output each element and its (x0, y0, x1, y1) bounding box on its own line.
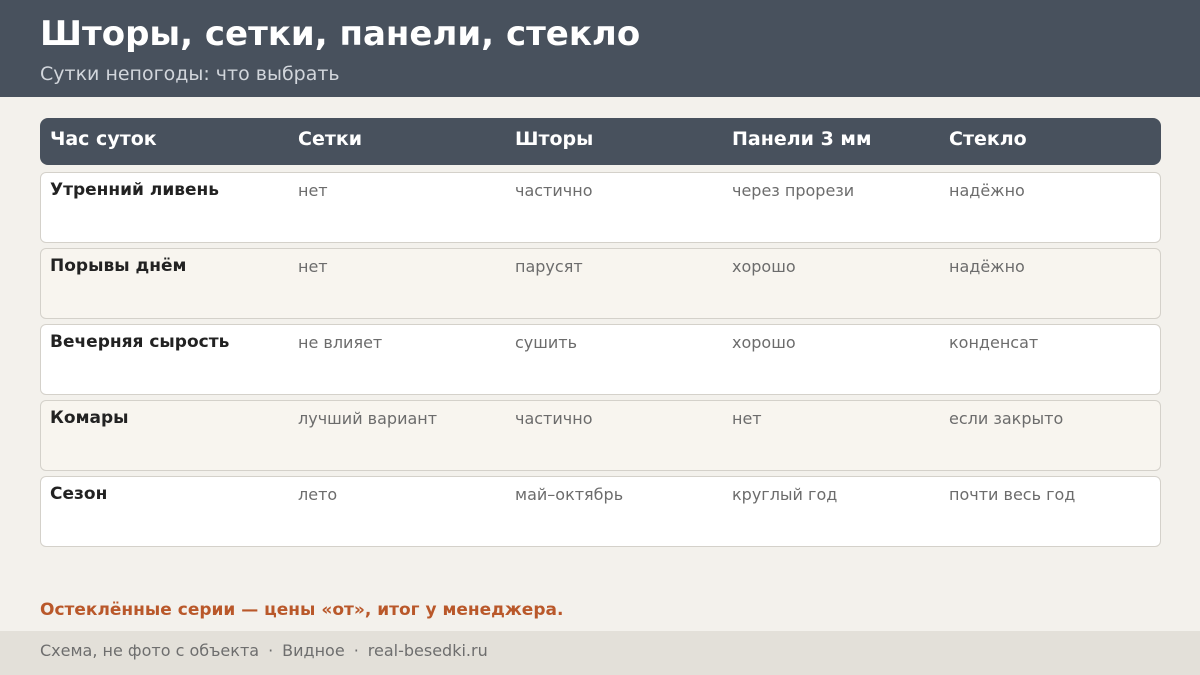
table-cell: через прорези (732, 181, 855, 200)
table-cell: если закрыто (949, 409, 1064, 428)
table-cell: хорошо (732, 257, 796, 276)
table-cell: нет (298, 257, 328, 276)
table-cell: хорошо (732, 333, 796, 352)
table-cell: надёжно (949, 181, 1025, 200)
table-cell: май–октябрь (515, 485, 624, 504)
column-header-curtains: Шторы (515, 128, 594, 150)
column-header-panels: Панели 3 мм (732, 128, 872, 150)
table-cell: частично (515, 409, 593, 428)
table-cell: не влияет (298, 333, 383, 352)
footer-disclaimer: Схема, не фото с объекта (40, 641, 260, 660)
table-cell: парусят (515, 257, 583, 276)
table-cell: частично (515, 181, 593, 200)
footer-text: Схема, не фото с объекта · Видное · real-bes… (40, 641, 488, 660)
table-row: Комары лучший вариант частично нет если … (40, 400, 1161, 471)
column-header-time: Час суток (50, 128, 157, 150)
row-label: Порывы днём (50, 256, 187, 276)
column-header-glass: Стекло (949, 128, 1027, 150)
table-cell: конденсат (949, 333, 1039, 352)
table-row: Вечерняя сырость не влияет сушить хорошо… (40, 324, 1161, 395)
table-cell: нет (732, 409, 762, 428)
row-label: Комары (50, 408, 129, 428)
page-subtitle: Сутки непогоды: что выбрать (40, 63, 340, 85)
footer-separator: · (353, 641, 359, 660)
table-cell: сушить (515, 333, 578, 352)
row-label: Утренний ливень (50, 180, 220, 200)
table-cell: почти весь год (949, 485, 1076, 504)
footer-location: Видное (282, 641, 345, 660)
column-header-nets: Сетки (298, 128, 363, 150)
footer-separator: · (268, 641, 274, 660)
footer-site: real-besedki.ru (367, 641, 488, 660)
table-cell: нет (298, 181, 328, 200)
table-row: Порывы днём нет парусят хорошо надёжно (40, 248, 1161, 319)
table-cell: круглый год (732, 485, 838, 504)
row-label: Сезон (50, 484, 108, 504)
page-title: Шторы, сетки, панели, стекло (40, 14, 641, 54)
table-cell: лето (298, 485, 338, 504)
pricing-note: Остеклённые серии — цены «от», итог у ме… (40, 600, 564, 620)
table-cell: лучший вариант (298, 409, 438, 428)
table-row: Сезон лето май–октябрь круглый год почти… (40, 476, 1161, 547)
row-label: Вечерняя сырость (50, 332, 230, 352)
table-row: Утренний ливень нет частично через проре… (40, 172, 1161, 243)
table-cell: надёжно (949, 257, 1025, 276)
